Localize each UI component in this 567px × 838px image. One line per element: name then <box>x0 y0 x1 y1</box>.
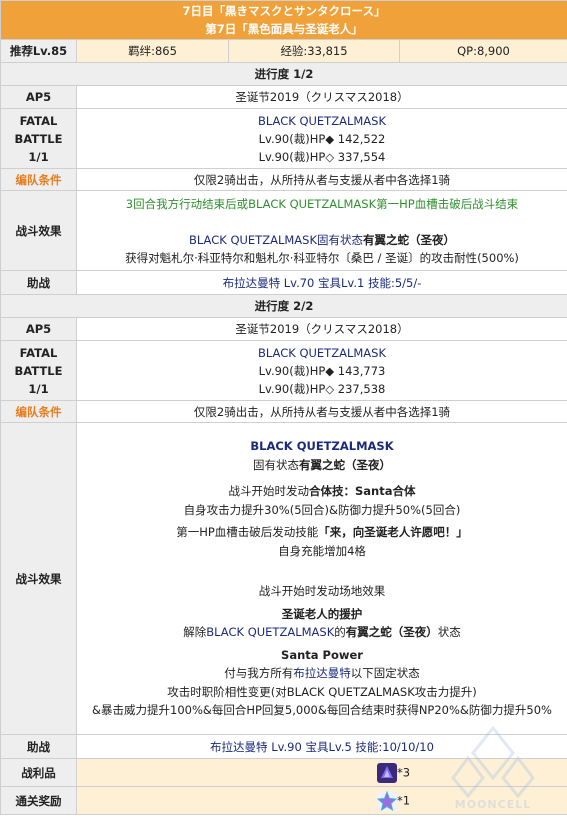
effect-power-title: Santa Power <box>281 647 363 662</box>
party-text-2: 仅限2骑出击，从所持从者与支援从者中各选择1骑 <box>76 400 567 423</box>
battle-label-2-b: BATTLE <box>14 363 63 378</box>
exp-value: 经验:33,815 <box>228 39 400 63</box>
effect-break-name: 「来，向圣诞老人许愿吧！」 <box>318 525 468 540</box>
effect-power-1: 付与我方所有布拉达曼特以下固定状态 <box>81 664 563 683</box>
effect-help-pre: 解除 <box>183 625 207 640</box>
ap-row-2: AP5 圣诞节2019（クリスマス2018） <box>0 317 567 341</box>
effect-row-2: 战斗效果 BLACK QUETZALMASK 固有状态有翼之蛇（圣夜） 战斗开始… <box>0 422 567 735</box>
party-label-1: 编队条件 <box>0 168 77 191</box>
drop-item-icon[interactable] <box>377 762 397 783</box>
effect-end-condition-1: 3回合我方行动结束后或BLACK QUETZALMASK第一HP血槽击破后战斗结… <box>125 196 519 211</box>
quest-title-cn: 第7日「黑色面具与圣诞老人」 <box>205 22 363 36</box>
effect-text-1: 3回合我方行动结束后或BLACK QUETZALMASK第一HP血槽击破后战斗结… <box>76 190 567 271</box>
quest-table: 7日目「黒きマスクとサンタクロース」 第7日「黑色面具与圣诞老人」 推荐Lv.8… <box>0 0 567 815</box>
effect-help-title: 圣诞老人的援护 <box>281 606 363 621</box>
effect-help-mid: 的 <box>334 625 346 640</box>
battle-label-2: FATAL BATTLE 1/1 <box>0 340 77 401</box>
battle-label-2-a: FATAL <box>19 345 58 360</box>
recommended-level: 推荐Lv.85 <box>0 39 77 63</box>
enemy-info-1: BLACK QUETZALMASK Lv.90(裁)HP◆ 142,522 Lv… <box>76 108 567 169</box>
bond-value: 羁绊:865 <box>76 39 229 63</box>
effect-enemy-title: BLACK QUETZALMASK <box>250 439 394 454</box>
effect-power-1-pre: 付与我方所有 <box>224 666 294 681</box>
enemy-hp-2b: Lv.90(裁)HP◇ 237,538 <box>258 381 386 396</box>
party-row-2: 编队条件 仅限2骑出击，从所持从者与支援从者中各选择1骑 <box>0 400 567 423</box>
effect-power-3: &暴击威力提升100%&每回合HP回复5,000&每回合结束时获得NP20%&防… <box>92 703 552 718</box>
ap-row-1: AP5 圣诞节2019（クリスマス2018） <box>0 85 567 109</box>
support-text-1[interactable]: 布拉达曼特 Lv.70 宝具Lv.1 技能:5/5/- <box>76 270 567 295</box>
support-text-2[interactable]: 布拉达曼特 Lv.90 宝具Lv.5 技能:10/10/10 <box>76 734 567 759</box>
battle-label-1: FATAL BATTLE 1/1 <box>0 108 77 169</box>
info-row: 推荐Lv.85 羁绊:865 经验:33,815 QP:8,900 <box>0 39 567 63</box>
drop-cell: *3 <box>76 758 567 787</box>
effect-power-1-post: 以下固定状态 <box>350 666 420 681</box>
effect-break-skill: 第一HP血槽击破后发动技能「来，向圣诞老人许愿吧！」 <box>81 523 563 542</box>
enemy-info-2: BLACK QUETZALMASK Lv.90(裁)HP◆ 143,773 Lv… <box>76 340 567 401</box>
effect-power-2: 攻击时职阶相性变更(对BLACK QUETZALMASK攻击力提升) <box>167 684 477 699</box>
drop-count: *3 <box>397 765 411 779</box>
qp-value: QP:8,900 <box>399 39 567 63</box>
effect-resist-1: 获得对魁札尔·科亚特尔和魁札尔·科亚特尔〔桑巴 / 圣诞〕的攻击耐性(500%) <box>125 250 519 265</box>
support-row-1: 助战 布拉达曼特 Lv.70 宝具Lv.1 技能:5/5/- <box>0 270 567 295</box>
effect-help-enemy[interactable]: BLACK QUETZALMASK <box>206 625 334 639</box>
effect-break-desc: 自身充能增加4格 <box>278 543 366 558</box>
effect-power-1-link[interactable]: 布拉达曼特 <box>293 666 351 680</box>
battle-label-1-b: BATTLE <box>14 131 63 146</box>
clear-cell: *1 <box>76 786 567 815</box>
quest-title-row: 7日目「黒きマスクとサンタクロース」 第7日「黑色面具与圣诞老人」 <box>0 0 567 40</box>
stage-header-1: 进行度 1/2 <box>0 62 567 86</box>
party-row-1: 编队条件 仅限2骑出击，从所持从者与支援从者中各选择1骑 <box>0 168 567 191</box>
effect-field: 战斗开始时发动场地效果 <box>258 584 386 599</box>
drop-row: 战利品 *3 <box>0 758 567 787</box>
battle-row-1: FATAL BATTLE 1/1 BLACK QUETZALMASK Lv.90… <box>0 108 567 169</box>
clear-label: 通关奖励 <box>0 786 77 815</box>
battle-label-1-a: FATAL <box>19 113 58 128</box>
stage-header-2: 进行度 2/2 <box>0 294 567 318</box>
effect-state-1: BLACK QUETZALMASK固有状态有翼之蛇（圣夜） <box>81 231 563 249</box>
party-label-2: 编队条件 <box>0 400 77 423</box>
effect-state-2: 固有状态有翼之蛇（圣夜） <box>81 456 563 475</box>
battle-label-1-c: 1/1 <box>28 149 49 164</box>
effect-help-state: 有翼之蛇（圣夜） <box>345 625 438 640</box>
drop-label: 战利品 <box>0 758 77 787</box>
effect-state-1-pre: BLACK QUETZALMASK固有状态 <box>189 232 363 247</box>
enemy-name-1[interactable]: BLACK QUETZALMASK <box>81 112 563 130</box>
effect-start-desc: 自身攻击力提升30%(5回合)&防御力提升50%(5回合) <box>183 502 461 517</box>
support-label-2: 助战 <box>0 734 77 759</box>
effect-help-desc: 解除BLACK QUETZALMASK的有翼之蛇（圣夜）状态 <box>81 623 563 642</box>
ap-cost-1: AP5 <box>0 85 77 109</box>
stage-title-2: 进行度 2/2 <box>0 294 567 318</box>
event-name-1: 圣诞节2019（クリスマス2018） <box>76 85 567 109</box>
ap-cost-2: AP5 <box>0 317 77 341</box>
effect-state-2-pre: 固有状态 <box>253 457 299 472</box>
quest-title: 7日目「黒きマスクとサンタクロース」 第7日「黑色面具与圣诞老人」 <box>0 0 567 40</box>
effect-label-2: 战斗效果 <box>0 422 77 735</box>
saint-quartz-icon[interactable] <box>376 790 398 811</box>
clear-count: *1 <box>397 793 411 807</box>
effect-start-pre: 战斗开始时发动 <box>228 484 310 499</box>
effect-text-2: BLACK QUETZALMASK 固有状态有翼之蛇（圣夜） 战斗开始时发动合体… <box>76 422 567 735</box>
enemy-hp-2a: Lv.90(裁)HP◆ 143,773 <box>258 363 386 378</box>
effect-row-1: 战斗效果 3回合我方行动结束后或BLACK QUETZALMASK第一HP血槽击… <box>0 190 567 271</box>
effect-state-1-name: 有翼之蛇（圣夜） <box>363 232 455 247</box>
stage-title-1: 进行度 1/2 <box>0 62 567 86</box>
enemy-hp-1a: Lv.90(裁)HP◆ 142,522 <box>258 131 386 146</box>
quest-title-jp: 7日目「黒きマスクとサンタクロース」 <box>182 4 386 18</box>
effect-label-1: 战斗效果 <box>0 190 77 271</box>
enemy-hp-1b: Lv.90(裁)HP◇ 337,554 <box>258 149 386 164</box>
effect-start-skill: 战斗开始时发动合体技：Santa合体 <box>81 482 563 501</box>
effect-start-name: 合体技：Santa合体 <box>309 484 416 499</box>
clear-row: 通关奖励 *1 <box>0 786 567 815</box>
effect-state-2-name: 有翼之蛇（圣夜） <box>299 457 391 472</box>
effect-help-post: 状态 <box>437 625 461 640</box>
support-label-1: 助战 <box>0 270 77 295</box>
effect-break-pre: 第一HP血槽击破后发动技能 <box>176 525 319 540</box>
support-row-2: 助战 布拉达曼特 Lv.90 宝具Lv.5 技能:10/10/10 <box>0 734 567 759</box>
event-name-2: 圣诞节2019（クリスマス2018） <box>76 317 567 341</box>
party-text-1: 仅限2骑出击，从所持从者与支援从者中各选择1骑 <box>76 168 567 191</box>
enemy-name-2[interactable]: BLACK QUETZALMASK <box>81 344 563 362</box>
battle-label-2-c: 1/1 <box>28 381 49 396</box>
battle-row-2: FATAL BATTLE 1/1 BLACK QUETZALMASK Lv.90… <box>0 340 567 401</box>
